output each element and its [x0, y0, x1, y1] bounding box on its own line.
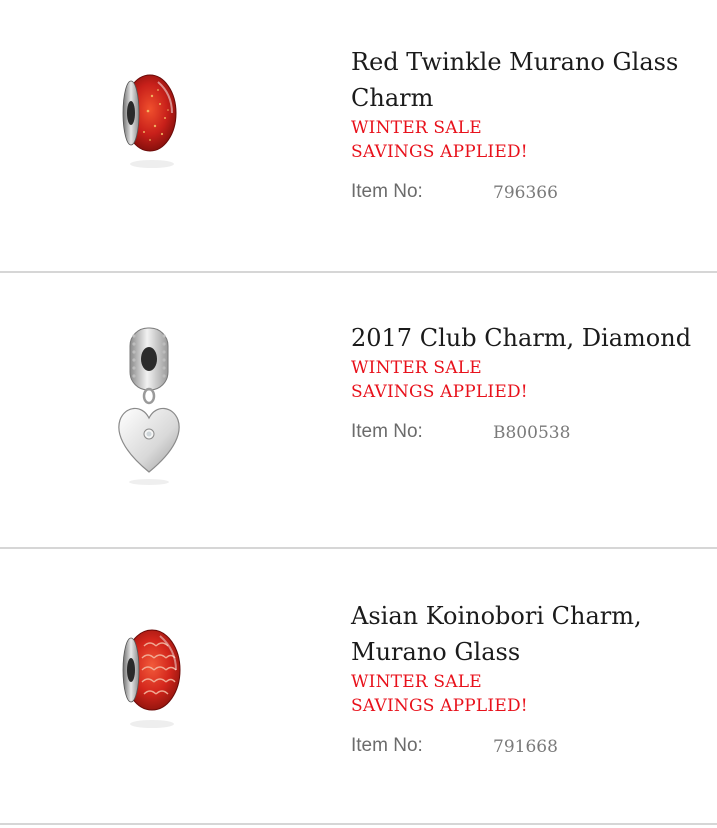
product-row[interactable]: 2017 Club Charm, Diamond WINTER SALE SAV…: [0, 272, 717, 548]
product-info: 2017 Club Charm, Diamond WINTER SALE SAV…: [351, 320, 711, 449]
item-number-row: Item No: 791668: [351, 735, 711, 763]
item-number-label: Item No:: [351, 181, 423, 202]
item-number-label: Item No:: [351, 421, 423, 442]
red-scale-glass-bead-icon[interactable]: [100, 622, 196, 742]
product-info: Red Twinkle Murano Glass Charm WINTER SA…: [351, 44, 711, 209]
sale-badge: WINTER SALE SAVINGS APPLIED!: [351, 116, 711, 164]
item-number-value: 791668: [493, 737, 558, 757]
product-title-line[interactable]: 2017 Club Charm, Diamond: [351, 320, 711, 356]
product-info: Asian Koinobori Charm, Murano Glass WINT…: [351, 598, 711, 763]
product-title-line[interactable]: Murano Glass: [351, 634, 711, 670]
sale-badge: WINTER SALE SAVINGS APPLIED!: [351, 670, 711, 718]
item-number-value: 796366: [493, 183, 558, 203]
sale-label: WINTER SALE: [351, 672, 482, 692]
item-number-row: Item No: 796366: [351, 181, 711, 209]
product-row[interactable]: Asian Koinobori Charm, Murano Glass WINT…: [0, 548, 717, 828]
product-list: Red Twinkle Murano Glass Charm WINTER SA…: [0, 0, 717, 828]
silver-heart-dangle-icon[interactable]: [100, 322, 196, 492]
product-title-line[interactable]: Charm: [351, 80, 711, 116]
item-number-value: B800538: [493, 423, 571, 443]
product-title[interactable]: 2017 Club Charm, Diamond: [351, 320, 711, 356]
sale-label: WINTER SALE: [351, 118, 482, 138]
savings-label: SAVINGS APPLIED!: [351, 142, 528, 162]
product-title-line[interactable]: Asian Koinobori Charm,: [351, 598, 711, 634]
product-row[interactable]: Red Twinkle Murano Glass Charm WINTER SA…: [0, 0, 717, 272]
row-divider: [0, 823, 717, 825]
product-title[interactable]: Red Twinkle Murano Glass Charm: [351, 44, 711, 116]
savings-label: SAVINGS APPLIED!: [351, 382, 528, 402]
sale-badge: WINTER SALE SAVINGS APPLIED!: [351, 356, 711, 404]
red-glass-bead-icon[interactable]: [100, 66, 196, 186]
item-number-label: Item No:: [351, 735, 423, 756]
sale-label: WINTER SALE: [351, 358, 482, 378]
item-number-row: Item No: B800538: [351, 421, 711, 449]
product-title-line[interactable]: Red Twinkle Murano Glass: [351, 44, 711, 80]
savings-label: SAVINGS APPLIED!: [351, 696, 528, 716]
product-title[interactable]: Asian Koinobori Charm, Murano Glass: [351, 598, 711, 670]
